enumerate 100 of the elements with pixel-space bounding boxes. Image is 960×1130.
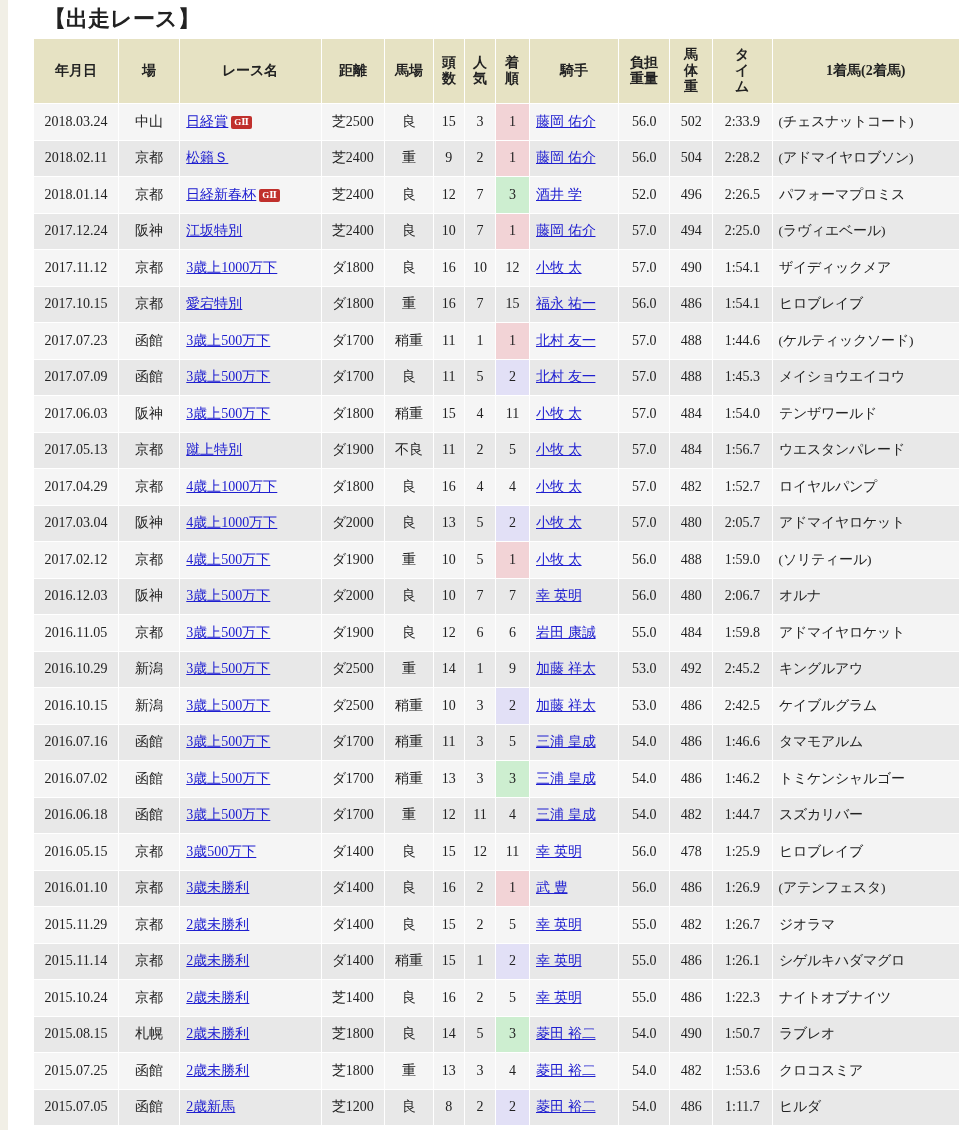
column-header: 負担重量 <box>619 39 670 103</box>
popularity-cell: 6 <box>464 615 495 651</box>
body-weight-cell: 486 <box>670 724 713 760</box>
distance-cell: 芝1800 <box>321 1016 384 1052</box>
grade-badge: GⅡ <box>231 116 252 130</box>
time-cell: 1:54.0 <box>713 396 772 432</box>
runners-cell: 15 <box>433 943 464 979</box>
winner-cell: (ケルティックソード) <box>772 323 959 359</box>
popularity-cell: 4 <box>464 469 495 505</box>
weight-cell: 57.0 <box>619 250 670 286</box>
weight-cell: 53.0 <box>619 688 670 724</box>
track-cell: 重 <box>384 286 433 322</box>
winner-cell: シゲルキハダマグロ <box>772 943 959 979</box>
course-cell: 函館 <box>119 1089 180 1125</box>
track-cell: 良 <box>384 578 433 614</box>
finish-cell: 9 <box>495 651 529 687</box>
time-cell: 2:06.7 <box>713 578 772 614</box>
track-cell: 良 <box>384 980 433 1016</box>
popularity-cell: 4 <box>464 396 495 432</box>
race-link[interactable]: 2歳新馬 <box>186 1099 236 1115</box>
distance-cell: 芝2400 <box>321 213 384 249</box>
date-cell: 2016.07.16 <box>34 724 119 760</box>
date-cell: 2015.11.29 <box>34 907 119 943</box>
distance-cell: 芝1200 <box>321 1089 384 1125</box>
body-weight-cell: 478 <box>670 834 713 870</box>
finish-cell: 1 <box>495 213 529 249</box>
runners-cell: 12 <box>433 177 464 213</box>
course-cell: 函館 <box>119 797 180 833</box>
runners-cell: 11 <box>433 432 464 468</box>
finish-cell: 1 <box>495 140 529 176</box>
distance-cell: ダ1800 <box>321 250 384 286</box>
time-cell: 1:25.9 <box>713 834 772 870</box>
track-cell: 良 <box>384 177 433 213</box>
runners-cell: 15 <box>433 834 464 870</box>
time-cell: 2:45.2 <box>713 651 772 687</box>
weight-cell: 57.0 <box>619 505 670 541</box>
runners-cell: 14 <box>433 651 464 687</box>
track-cell: 良 <box>384 250 433 286</box>
distance-cell: 芝1400 <box>321 980 384 1016</box>
finish-cell: 11 <box>495 396 529 432</box>
distance-cell: ダ1400 <box>321 834 384 870</box>
popularity-cell: 7 <box>464 578 495 614</box>
winner-cell: テンザワールド <box>772 396 959 432</box>
popularity-cell: 1 <box>464 323 495 359</box>
body-weight-cell: 486 <box>670 1089 713 1125</box>
body-weight-cell: 488 <box>670 323 713 359</box>
column-header: 馬体重 <box>670 39 713 103</box>
date-cell: 2017.11.12 <box>34 250 119 286</box>
runners-cell: 10 <box>433 688 464 724</box>
distance-cell: ダ2500 <box>321 688 384 724</box>
finish-cell: 5 <box>495 432 529 468</box>
popularity-cell: 2 <box>464 1089 495 1125</box>
race-link[interactable]: 蹴上特別 <box>186 442 243 458</box>
time-cell: 1:26.9 <box>713 870 772 906</box>
track-cell: 稍重 <box>384 396 433 432</box>
race-link[interactable]: 松籟Ｓ <box>186 150 229 166</box>
finish-cell: 2 <box>495 688 529 724</box>
distance-cell: ダ1800 <box>321 286 384 322</box>
body-weight-cell: 490 <box>670 1016 713 1052</box>
time-cell: 1:46.6 <box>713 724 772 760</box>
weight-cell: 56.0 <box>619 834 670 870</box>
runners-cell: 10 <box>433 542 464 578</box>
popularity-cell: 5 <box>464 505 495 541</box>
body-weight-cell: 486 <box>670 286 713 322</box>
time-cell: 1:59.8 <box>713 615 772 651</box>
finish-cell: 5 <box>495 980 529 1016</box>
time-cell: 1:26.7 <box>713 907 772 943</box>
race-link[interactable]: 日経新春杯 <box>186 186 257 202</box>
runners-cell: 14 <box>433 1016 464 1052</box>
winner-cell: (アドマイヤロブソン) <box>772 140 959 176</box>
grade-badge: GⅡ <box>259 189 280 203</box>
column-header: 騎手 <box>530 39 619 103</box>
date-cell: 2018.02.11 <box>34 140 119 176</box>
distance-cell: ダ1800 <box>321 469 384 505</box>
course-cell: 函館 <box>119 359 180 395</box>
winner-cell: メイショウエイコウ <box>772 359 959 395</box>
winner-cell: ロイヤルパンプ <box>772 469 959 505</box>
race-link[interactable]: 愛宕特別 <box>186 296 243 312</box>
body-weight-cell: 486 <box>670 688 713 724</box>
time-cell: 1:26.1 <box>713 943 772 979</box>
race-link[interactable]: 江坂特別 <box>186 223 243 239</box>
date-cell: 2018.03.24 <box>34 104 119 140</box>
jockey-link[interactable]: 武 豊 <box>536 880 568 896</box>
column-header: タイム <box>713 39 772 103</box>
winner-cell: アドマイヤロケット <box>772 505 959 541</box>
date-cell: 2016.11.05 <box>34 615 119 651</box>
time-cell: 1:46.2 <box>713 761 772 797</box>
course-cell: 阪神 <box>119 578 180 614</box>
weight-cell: 57.0 <box>619 359 670 395</box>
winner-cell: ジオラマ <box>772 907 959 943</box>
track-cell: 良 <box>384 870 433 906</box>
finish-cell: 11 <box>495 834 529 870</box>
runners-cell: 16 <box>433 469 464 505</box>
time-cell: 2:28.2 <box>713 140 772 176</box>
weight-cell: 54.0 <box>619 761 670 797</box>
popularity-cell: 2 <box>464 980 495 1016</box>
runners-cell: 8 <box>433 1089 464 1125</box>
race-link[interactable]: 日経賞 <box>186 113 229 129</box>
winner-cell: アドマイヤロケット <box>772 615 959 651</box>
popularity-cell: 5 <box>464 1016 495 1052</box>
